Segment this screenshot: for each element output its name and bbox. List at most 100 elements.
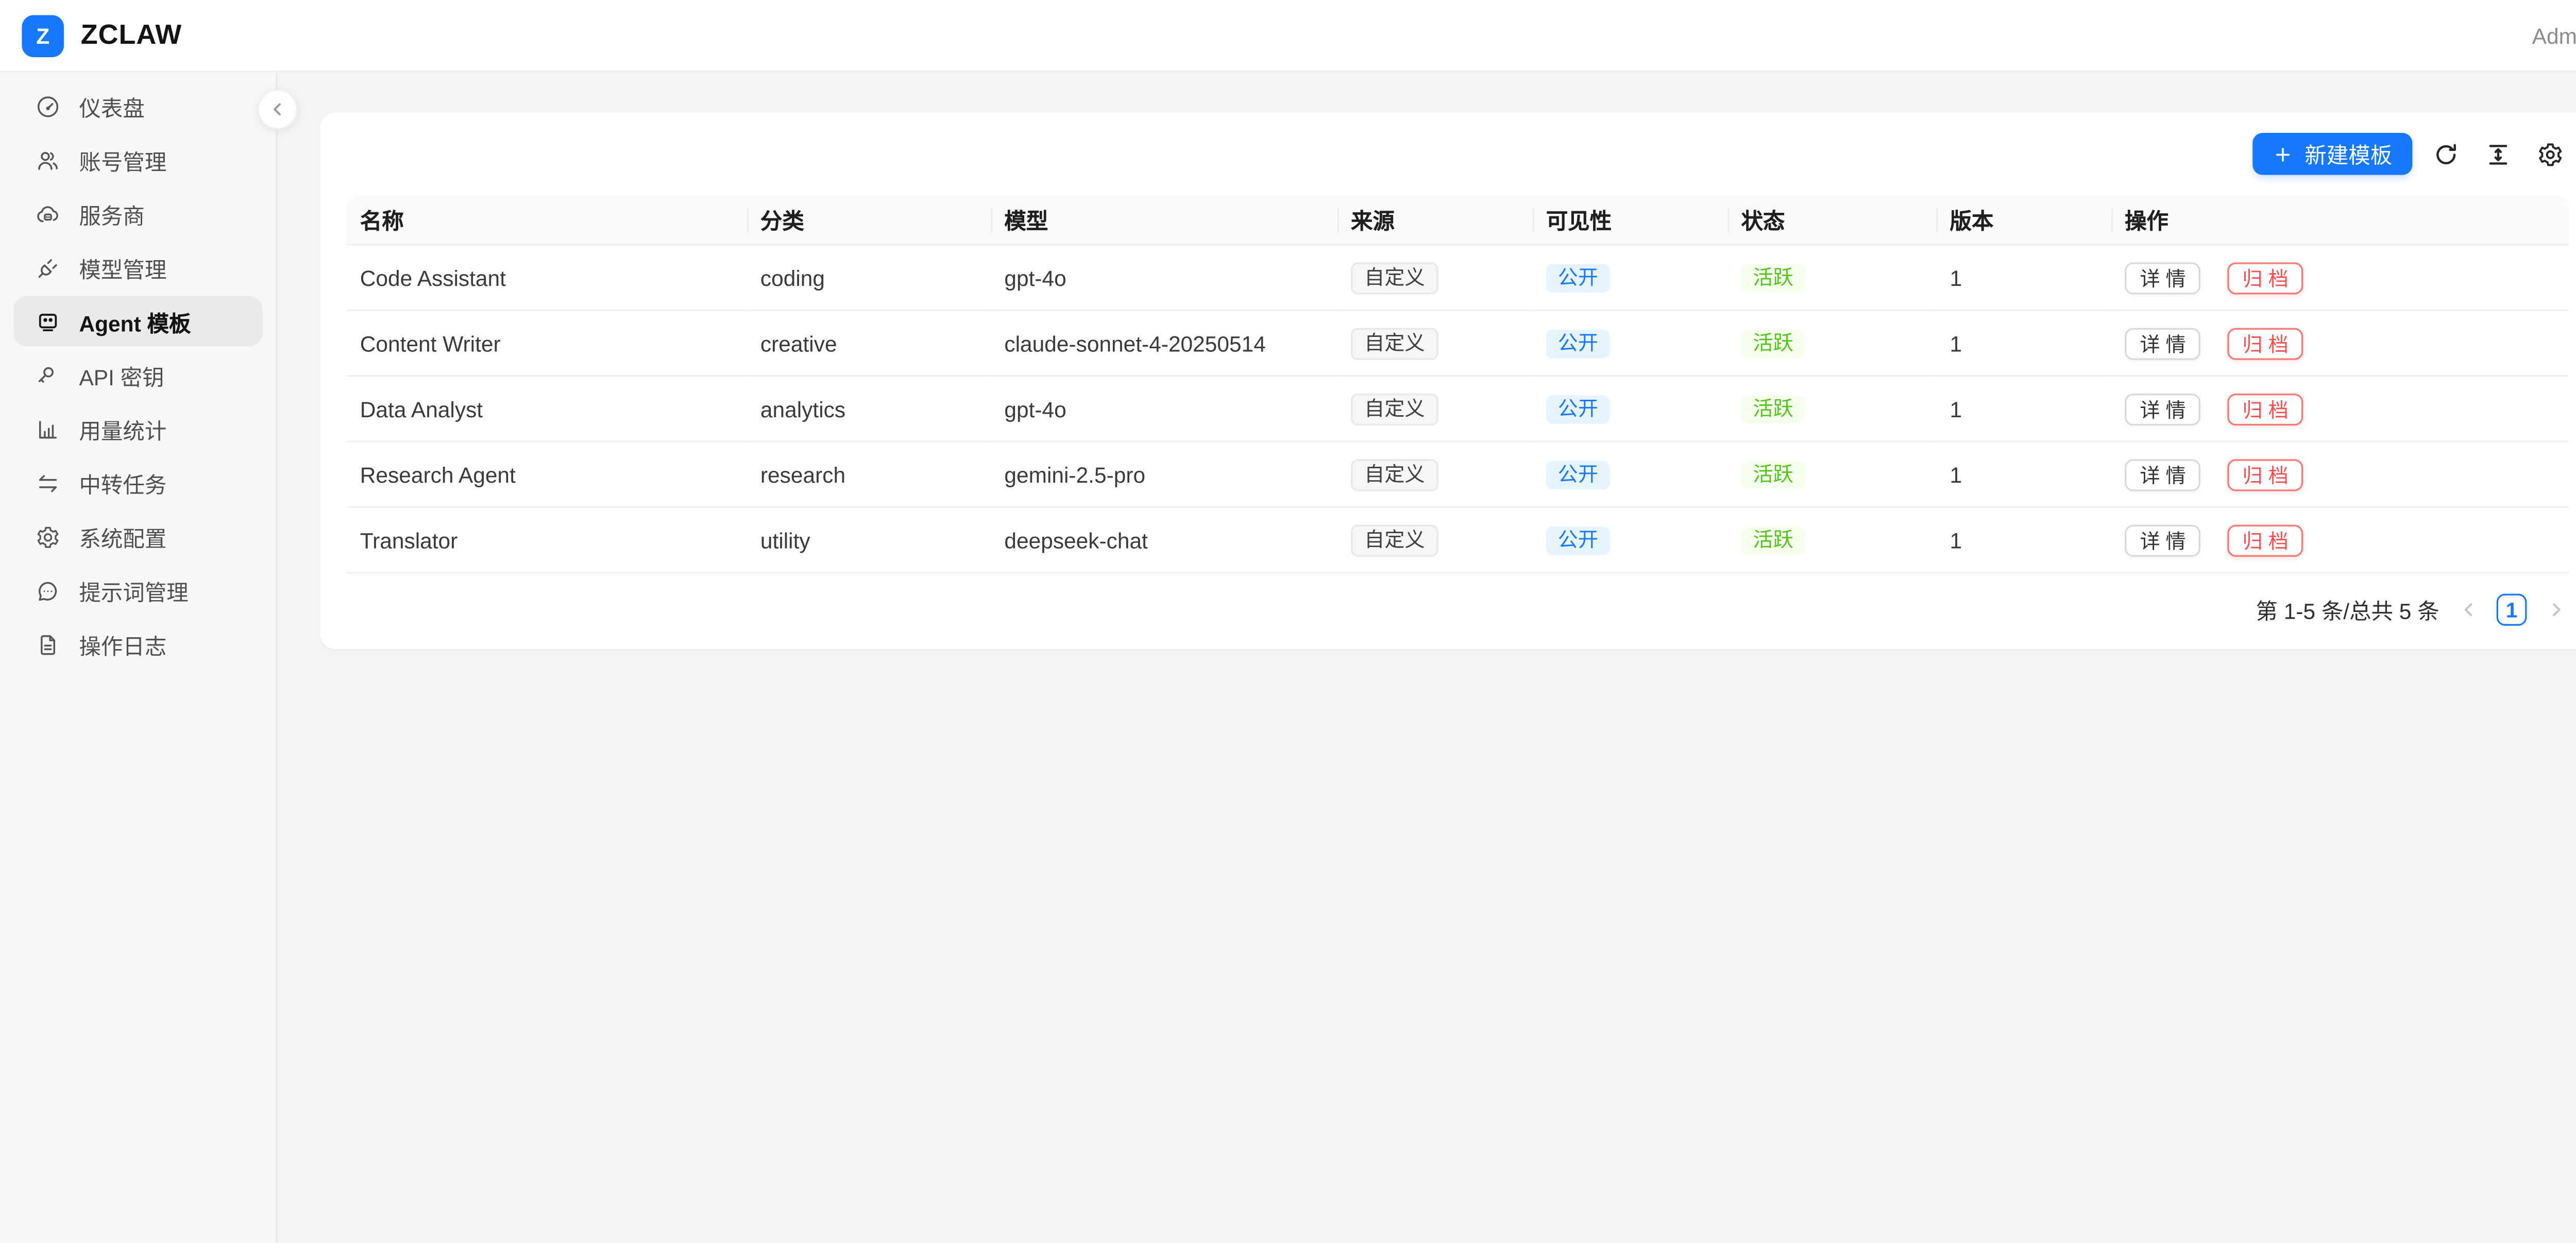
visibility-tag: 公开: [1546, 460, 1610, 489]
sidebar-item-label: Agent 模板: [79, 305, 191, 337]
archive-button[interactable]: 归 档: [2227, 262, 2303, 294]
table-row: Research Agent research gemini-2.5-pro 自…: [347, 442, 2569, 508]
detail-button[interactable]: 详 情: [2125, 327, 2201, 359]
chat-bubble-icon: [36, 578, 61, 603]
refresh-icon: [2433, 141, 2460, 167]
pagination-page-1[interactable]: 1: [2497, 594, 2527, 626]
sidebar-item-label: 模型管理: [79, 251, 166, 283]
sidebar-item-dashboard[interactable]: 仪表盘: [13, 81, 262, 131]
sidebar-item-label: 服务商: [79, 198, 144, 230]
table-row: Data Analyst analytics gpt-4o 自定义 公开 活跃 …: [347, 377, 2569, 442]
sidebar: 仪表盘 账号管理 服务商 模型管理 Agent 模板: [0, 72, 278, 1243]
pagination-prev-button[interactable]: [2454, 594, 2481, 625]
document-icon: [36, 632, 61, 657]
status-tag: 活跃: [1741, 525, 1805, 554]
sidebar-item-label: API 密钥: [79, 359, 164, 391]
cell-version: 1: [1936, 311, 2111, 377]
cell-category: utility: [747, 508, 991, 573]
sidebar-item-accounts[interactable]: 账号管理: [13, 134, 262, 185]
cell-version: 1: [1936, 246, 2111, 311]
cell-name: Data Analyst: [347, 377, 747, 442]
sidebar-item-label: 仪表盘: [79, 90, 144, 122]
cell-category: research: [747, 442, 991, 508]
sidebar-item-prompts[interactable]: 提示词管理: [13, 565, 262, 616]
new-template-label: 新建模板: [2304, 138, 2392, 170]
sidebar-item-label: 系统配置: [79, 521, 166, 553]
swap-arrows-icon: [36, 470, 61, 496]
sidebar-item-label: 提示词管理: [79, 574, 188, 606]
sidebar-collapse-button[interactable]: [258, 89, 298, 129]
pagination: 第 1-5 条/总共 5 条 1: [347, 594, 2569, 626]
agent-template-table: 名称 分类 模型 来源 可见性 状态 版本 操作 Code Assistant …: [347, 195, 2569, 574]
cell-version: 1: [1936, 508, 2111, 573]
sidebar-item-system-config[interactable]: 系统配置: [13, 512, 262, 562]
bar-chart-icon: [36, 416, 61, 441]
app-header: Z ZCLAW Admin: [0, 0, 2576, 72]
archive-button[interactable]: 归 档: [2227, 458, 2303, 490]
cell-category: creative: [747, 311, 991, 377]
visibility-tag: 公开: [1546, 263, 1610, 292]
settings-gear-icon: [2537, 141, 2564, 167]
chevron-left-icon: [2459, 601, 2477, 619]
cell-model: gemini-2.5-pro: [991, 442, 1337, 508]
chevron-right-icon: [2546, 601, 2565, 619]
source-tag: 自定义: [1351, 262, 1438, 294]
chevron-left-icon: [267, 99, 287, 120]
plug-icon: [36, 255, 61, 280]
detail-button[interactable]: 详 情: [2125, 524, 2201, 556]
column-header-category: 分类: [747, 195, 991, 246]
agent-template-card: 新建模板: [319, 113, 2576, 650]
cell-version: 1: [1936, 442, 2111, 508]
table-row: Code Assistant coding gpt-4o 自定义 公开 活跃 1…: [347, 246, 2569, 311]
column-header-actions: 操作: [2111, 195, 2569, 246]
column-height-icon-button[interactable]: [2480, 135, 2517, 173]
cell-version: 1: [1936, 377, 2111, 442]
table-row: Translator utility deepseek-chat 自定义 公开 …: [347, 508, 2569, 573]
pagination-next-button[interactable]: [2542, 594, 2569, 625]
sidebar-item-models[interactable]: 模型管理: [13, 242, 262, 293]
status-tag: 活跃: [1741, 329, 1805, 357]
sidebar-item-agent-templates[interactable]: Agent 模板: [13, 296, 262, 347]
dashboard-icon: [36, 93, 61, 118]
refresh-icon-button[interactable]: [2428, 135, 2465, 173]
archive-button[interactable]: 归 档: [2227, 524, 2303, 556]
archive-button[interactable]: 归 档: [2227, 393, 2303, 424]
cell-model: gpt-4o: [991, 246, 1337, 311]
cell-model: claude-sonnet-4-20250514: [991, 311, 1337, 377]
column-height-icon: [2485, 141, 2512, 167]
table-toolbar: 新建模板: [347, 133, 2569, 175]
app-root: Z ZCLAW Admin 仪表盘 账号管理 服务商 模型管理: [0, 0, 2576, 1243]
detail-button[interactable]: 详 情: [2125, 458, 2201, 490]
main-content: 新建模板: [278, 72, 2576, 1243]
detail-button[interactable]: 详 情: [2125, 262, 2201, 294]
brand-title: ZCLAW: [81, 20, 182, 52]
cloud-provider-icon: [36, 201, 61, 226]
archive-button[interactable]: 归 档: [2227, 327, 2303, 359]
source-tag: 自定义: [1351, 327, 1438, 359]
sidebar-item-relay-tasks[interactable]: 中转任务: [13, 457, 262, 508]
cell-name: Research Agent: [347, 442, 747, 508]
settings-icon-button[interactable]: [2532, 135, 2569, 173]
column-header-source: 来源: [1337, 195, 1533, 246]
visibility-tag: 公开: [1546, 525, 1610, 554]
cell-category: analytics: [747, 377, 991, 442]
key-icon: [36, 363, 61, 388]
detail-button[interactable]: 详 情: [2125, 393, 2201, 424]
cell-name: Content Writer: [347, 311, 747, 377]
sidebar-item-usage-stats[interactable]: 用量统计: [13, 404, 262, 454]
table-row: Content Writer creative claude-sonnet-4-…: [347, 311, 2569, 377]
sidebar-item-operation-logs[interactable]: 操作日志: [13, 619, 262, 670]
cell-name: Code Assistant: [347, 246, 747, 311]
source-tag: 自定义: [1351, 393, 1438, 424]
user-menu[interactable]: Admin: [2532, 23, 2576, 48]
brand-logo: Z: [22, 14, 64, 57]
sidebar-item-api-keys[interactable]: API 密钥: [13, 350, 262, 400]
status-tag: 活跃: [1741, 395, 1805, 423]
new-template-button[interactable]: 新建模板: [2252, 133, 2412, 175]
column-header-version: 版本: [1936, 195, 2111, 246]
visibility-tag: 公开: [1546, 395, 1610, 423]
cell-model: deepseek-chat: [991, 508, 1337, 573]
sidebar-item-providers[interactable]: 服务商: [13, 189, 262, 239]
users-icon: [36, 147, 61, 173]
sidebar-item-label: 用量统计: [79, 413, 166, 445]
